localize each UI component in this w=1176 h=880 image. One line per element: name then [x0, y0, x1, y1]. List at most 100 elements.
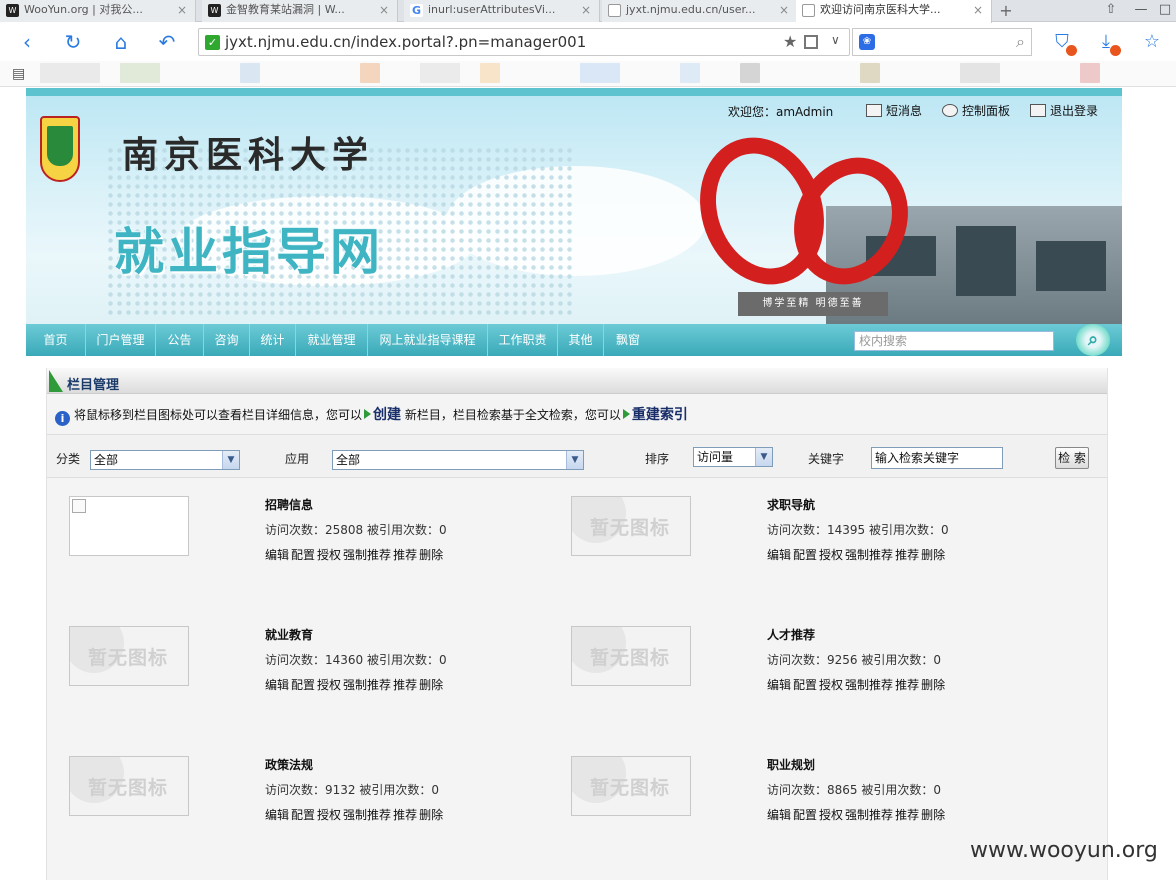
reload-icon[interactable]: ↻: [60, 29, 86, 55]
delete-link[interactable]: 删除: [921, 808, 945, 822]
recommend-link[interactable]: 推荐: [895, 808, 919, 822]
qr-code-icon[interactable]: [804, 35, 818, 49]
blurred-bookmark[interactable]: [480, 63, 500, 83]
column-title[interactable]: 人才推荐: [767, 626, 815, 643]
browser-tab-wooyun[interactable]: W WooYun.org | 对我公... ×: [0, 0, 196, 22]
blurred-bookmark[interactable]: [1080, 63, 1100, 83]
blurred-bookmark[interactable]: [580, 63, 620, 83]
force-recommend-link[interactable]: 强制推荐: [343, 808, 391, 822]
authorize-link[interactable]: 授权: [819, 548, 843, 562]
browser-search-input[interactable]: ❀ ⌕: [852, 28, 1032, 56]
star-icon[interactable]: ★: [783, 32, 797, 51]
maximize-icon[interactable]: □: [1150, 0, 1176, 22]
edit-link[interactable]: 编辑: [265, 808, 289, 822]
blurred-bookmark[interactable]: [240, 63, 260, 83]
authorize-link[interactable]: 授权: [317, 678, 341, 692]
column-icon-placeholder[interactable]: 暂无图标: [571, 496, 691, 556]
nav-item-portal-management[interactable]: 门户管理: [86, 324, 156, 356]
edit-link[interactable]: 编辑: [265, 678, 289, 692]
close-icon[interactable]: ×: [581, 0, 591, 20]
chevron-down-icon[interactable]: ▼: [755, 448, 772, 466]
nav-item-popup-window[interactable]: 飘窗: [604, 324, 652, 356]
config-link[interactable]: 配置: [291, 808, 315, 822]
blurred-bookmark[interactable]: [360, 63, 380, 83]
browser-tab-active[interactable]: 欢迎访问南京医科大学... ×: [796, 0, 992, 23]
column-icon-placeholder[interactable]: 暂无图标: [571, 626, 691, 686]
delete-link[interactable]: 删除: [921, 678, 945, 692]
column-title[interactable]: 政策法规: [265, 756, 313, 773]
favorites-star-icon[interactable]: ☆: [1140, 30, 1164, 54]
browser-tab-google[interactable]: G inurl:userAttributesVi... ×: [404, 0, 600, 22]
close-icon[interactable]: ×: [177, 0, 187, 20]
logout-link[interactable]: 退出登录: [1030, 102, 1098, 119]
recommend-link[interactable]: 推荐: [393, 808, 417, 822]
nav-item-employment-management[interactable]: 就业管理: [296, 324, 368, 356]
column-icon-image[interactable]: [69, 496, 189, 556]
category-select[interactable]: 全部 ▼: [90, 450, 240, 470]
authorize-link[interactable]: 授权: [317, 548, 341, 562]
close-icon[interactable]: ×: [779, 0, 789, 20]
authorize-link[interactable]: 授权: [819, 808, 843, 822]
blurred-bookmark[interactable]: [860, 63, 880, 83]
config-link[interactable]: 配置: [291, 548, 315, 562]
edit-link[interactable]: 编辑: [767, 808, 791, 822]
search-icon[interactable]: ⌕: [1016, 32, 1025, 52]
edit-link[interactable]: 编辑: [265, 548, 289, 562]
column-title[interactable]: 就业教育: [265, 626, 313, 643]
chevron-down-icon[interactable]: ▼: [566, 451, 583, 469]
chevron-down-icon[interactable]: ∨: [831, 33, 840, 47]
authorize-link[interactable]: 授权: [317, 808, 341, 822]
new-tab-button[interactable]: +: [996, 0, 1016, 22]
messages-link[interactable]: 短消息: [866, 102, 922, 119]
close-icon[interactable]: ×: [973, 0, 983, 20]
force-recommend-link[interactable]: 强制推荐: [343, 678, 391, 692]
delete-link[interactable]: 删除: [419, 808, 443, 822]
control-panel-link[interactable]: 控制面板: [942, 102, 1010, 119]
shield-extension-icon[interactable]: ⛉: [1050, 30, 1077, 56]
nav-item-announcements[interactable]: 公告: [156, 324, 204, 356]
delete-link[interactable]: 删除: [419, 678, 443, 692]
keyword-input[interactable]: 输入检索关键字: [871, 447, 1003, 469]
nav-item-online-courses[interactable]: 网上就业指导课程: [368, 324, 488, 356]
config-link[interactable]: 配置: [793, 808, 817, 822]
site-search-button[interactable]: ⌕: [1076, 324, 1110, 356]
create-column-link[interactable]: 创建: [373, 407, 401, 423]
nav-item-statistics[interactable]: 统计: [250, 324, 296, 356]
force-recommend-link[interactable]: 强制推荐: [845, 678, 893, 692]
config-link[interactable]: 配置: [291, 678, 315, 692]
chevron-down-icon[interactable]: ▼: [222, 451, 239, 469]
search-button[interactable]: 检 索: [1055, 447, 1089, 469]
recommend-link[interactable]: 推荐: [393, 548, 417, 562]
delete-link[interactable]: 删除: [921, 548, 945, 562]
sort-select[interactable]: 访问量 ▼: [693, 447, 773, 467]
nav-item-other[interactable]: 其他: [558, 324, 604, 356]
site-search-input[interactable]: 校内搜索: [854, 331, 1054, 351]
blurred-bookmark[interactable]: [680, 63, 700, 83]
delete-link[interactable]: 删除: [419, 548, 443, 562]
column-title[interactable]: 求职导航: [767, 496, 815, 513]
rebuild-index-link[interactable]: 重建索引: [632, 407, 688, 423]
column-icon-placeholder[interactable]: 暂无图标: [69, 626, 189, 686]
bookmark-folder-icon[interactable]: ▤: [12, 66, 25, 82]
close-icon[interactable]: ×: [379, 0, 389, 20]
blurred-bookmark[interactable]: [740, 63, 760, 83]
column-icon-placeholder[interactable]: 暂无图标: [69, 756, 189, 816]
download-icon[interactable]: ⤓: [1094, 30, 1121, 56]
browser-tab-jinzhi[interactable]: W 金智教育某站漏洞 | W... ×: [202, 0, 398, 22]
blurred-bookmark[interactable]: [420, 63, 460, 83]
force-recommend-link[interactable]: 强制推荐: [845, 808, 893, 822]
authorize-link[interactable]: 授权: [819, 678, 843, 692]
recommend-link[interactable]: 推荐: [393, 678, 417, 692]
app-select[interactable]: 全部 ▼: [332, 450, 584, 470]
pin-icon[interactable]: ⇧: [1096, 0, 1126, 22]
blurred-bookmark[interactable]: [40, 63, 100, 83]
config-link[interactable]: 配置: [793, 548, 817, 562]
column-icon-placeholder[interactable]: 暂无图标: [571, 756, 691, 816]
config-link[interactable]: 配置: [793, 678, 817, 692]
recommend-link[interactable]: 推荐: [895, 548, 919, 562]
home-icon[interactable]: ⌂: [108, 29, 134, 55]
column-title[interactable]: 招聘信息: [265, 496, 313, 513]
force-recommend-link[interactable]: 强制推荐: [845, 548, 893, 562]
column-title[interactable]: 职业规划: [767, 756, 815, 773]
recommend-link[interactable]: 推荐: [895, 678, 919, 692]
